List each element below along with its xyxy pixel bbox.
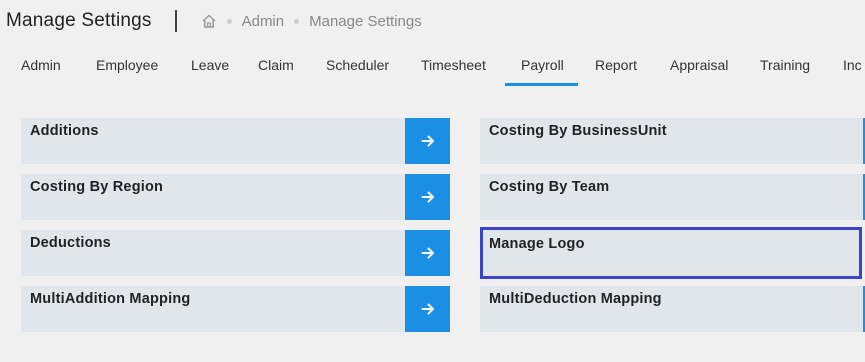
- setting-label: Costing By BusinessUnit: [489, 123, 667, 139]
- setting-card-multiaddition-mapping[interactable]: MultiAddition Mapping: [21, 286, 450, 332]
- setting-label: Manage Logo: [489, 236, 585, 252]
- setting-label: Costing By Team: [489, 179, 610, 195]
- setting-card-manage-logo[interactable]: Manage Logo: [480, 227, 862, 279]
- arrow-right-icon: [421, 303, 434, 315]
- module-tabs: Admin Employee Leave Claim Scheduler Tim…: [0, 52, 865, 88]
- tab-training[interactable]: Training: [760, 52, 810, 73]
- breadcrumb-separator: [226, 18, 232, 24]
- setting-label: MultiDeduction Mapping: [489, 291, 662, 307]
- tab-inc[interactable]: Inc: [843, 52, 862, 73]
- setting-label: Deductions: [30, 235, 111, 251]
- tab-leave[interactable]: Leave: [191, 52, 229, 73]
- tab-appraisal[interactable]: Appraisal: [670, 52, 728, 73]
- tab-employee[interactable]: Employee: [96, 52, 158, 73]
- setting-card-costing-by-region[interactable]: Costing By Region: [21, 174, 450, 220]
- breadcrumb-admin[interactable]: Admin: [242, 13, 285, 30]
- setting-label: Costing By Region: [30, 179, 164, 195]
- setting-card-costing-by-businessunit[interactable]: Costing By BusinessUnit: [480, 118, 865, 164]
- setting-card-costing-by-team[interactable]: Costing By Team: [480, 174, 865, 220]
- setting-card-deductions[interactable]: Deductions: [21, 230, 450, 276]
- arrow-right-icon: [421, 135, 434, 147]
- page-header: Manage Settings Admin Manage Settings: [0, 0, 865, 42]
- tab-payroll[interactable]: Payroll: [505, 52, 578, 86]
- tab-admin[interactable]: Admin: [21, 52, 61, 73]
- arrow-right-icon: [421, 191, 434, 203]
- home-icon[interactable]: [201, 13, 217, 29]
- setting-card-additions[interactable]: Additions: [21, 118, 450, 164]
- arrow-right-icon: [421, 247, 434, 259]
- tab-claim[interactable]: Claim: [258, 52, 294, 73]
- go-button[interactable]: [405, 286, 450, 332]
- tab-report[interactable]: Report: [595, 52, 637, 73]
- setting-label: Additions: [30, 123, 99, 139]
- tab-timesheet[interactable]: Timesheet: [421, 52, 486, 73]
- setting-card-multideduction-mapping[interactable]: MultiDeduction Mapping: [480, 286, 865, 332]
- go-button[interactable]: [405, 174, 450, 220]
- setting-label: MultiAddition Mapping: [30, 291, 191, 307]
- go-button[interactable]: [405, 230, 450, 276]
- page-title: Manage Settings: [6, 10, 152, 31]
- go-button[interactable]: [405, 118, 450, 164]
- breadcrumb: Admin Manage Settings: [201, 13, 422, 30]
- breadcrumb-separator: [294, 18, 300, 24]
- tab-scheduler[interactable]: Scheduler: [326, 52, 389, 73]
- title-divider: [174, 10, 177, 32]
- breadcrumb-manage-settings: Manage Settings: [309, 12, 422, 30]
